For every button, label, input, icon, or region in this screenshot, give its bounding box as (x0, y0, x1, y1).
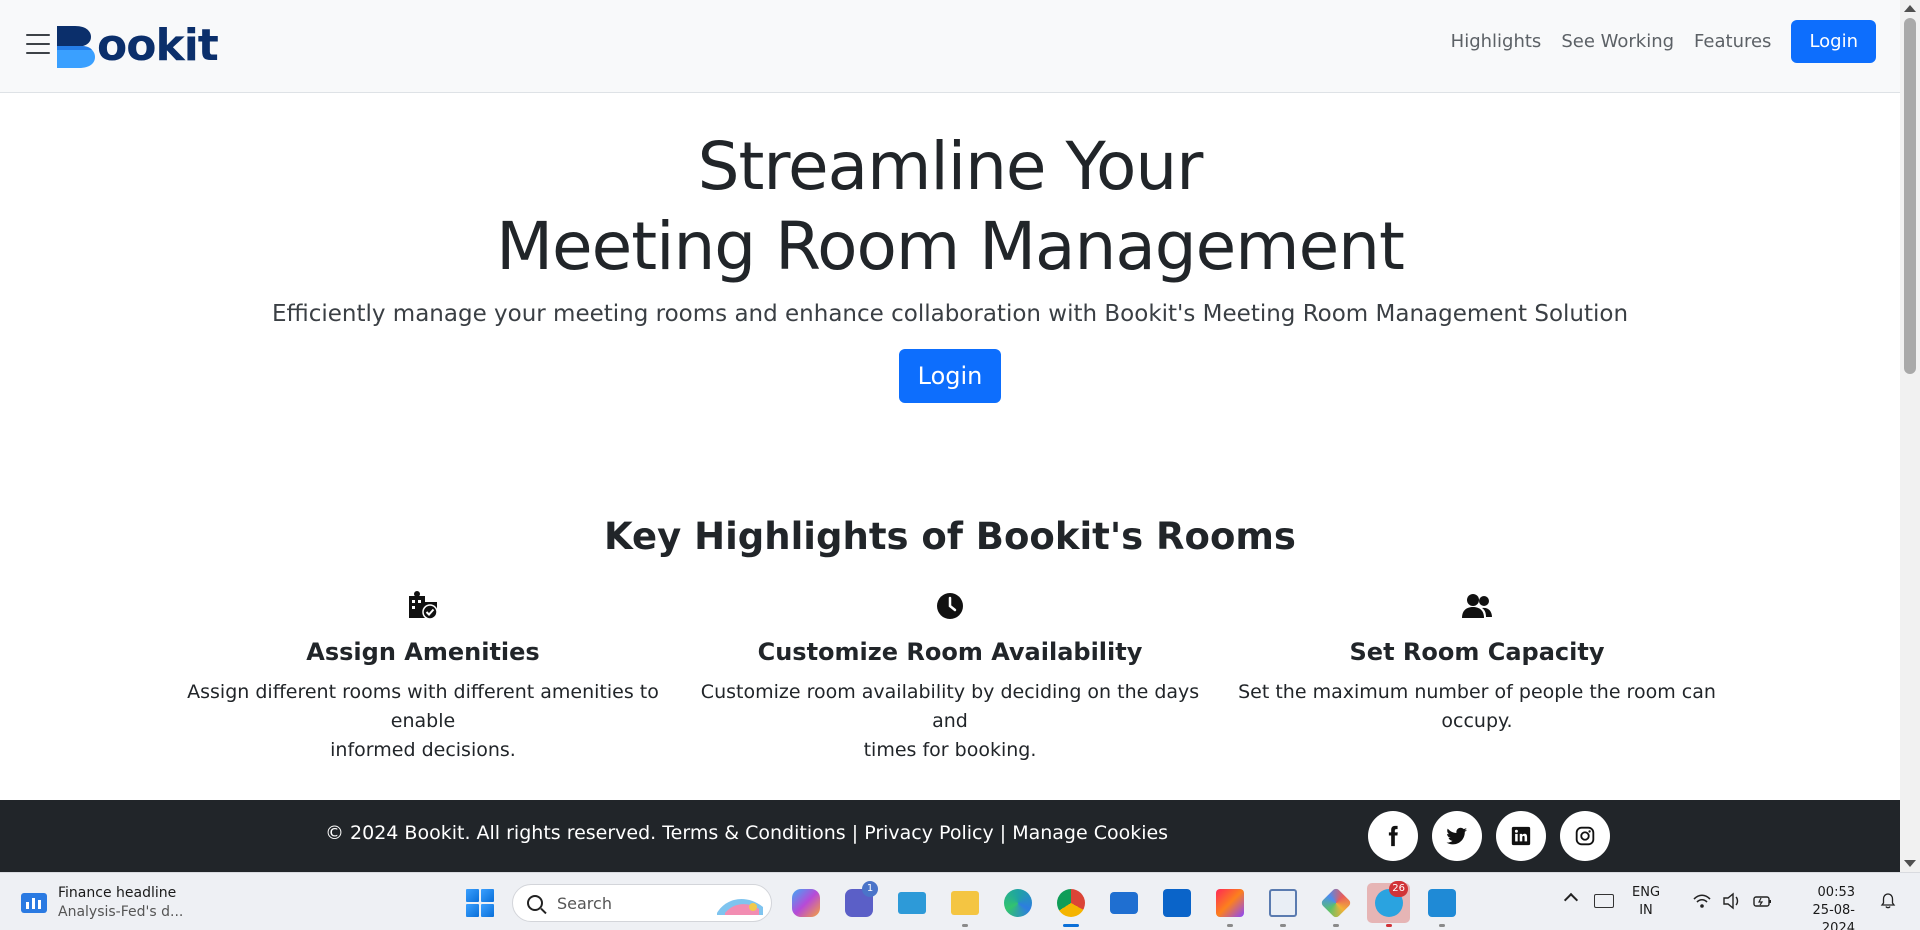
highlight-card-amenities: Assign Amenities Assign different rooms … (173, 590, 673, 765)
highlight-card-capacity: Set Room Capacity Set the maximum number… (1227, 590, 1727, 736)
footer: © 2024 Bookit. All rights reserved. Term… (0, 800, 1900, 872)
nav-link-see-working[interactable]: See Working (1561, 31, 1674, 52)
teams-badge: 1 (862, 881, 878, 897)
bookit-logo[interactable]: ookit (57, 20, 219, 71)
highlight-text-amenities-line1: Assign different rooms with different am… (187, 681, 659, 732)
footer-privacy-link[interactable]: Privacy Policy (864, 822, 993, 844)
windows-taskbar: Finance headline Analysis-Fed's d... Sea… (0, 872, 1920, 930)
taskbar-clock[interactable]: 00:53 25-08-2024 (1780, 884, 1855, 930)
news-widget-text: Finance headline Analysis-Fed's d... (58, 884, 183, 922)
nav-link-highlights[interactable]: Highlights (1451, 31, 1542, 52)
navbar: ookit Highlights See Working Features Lo… (0, 0, 1900, 93)
hero-subtitle: Efficiently manage your meeting rooms an… (271, 301, 1629, 327)
highlight-text-capacity-line1: Set the maximum number of people the roo… (1238, 681, 1716, 732)
highlight-text-availability: Customize room availability by deciding … (700, 678, 1200, 765)
hero-title: Streamline Your Meeting Room Management (0, 127, 1900, 287)
battery-icon (1753, 896, 1771, 907)
vscode-app-icon[interactable] (1420, 883, 1463, 927)
wifi-icon (1693, 894, 1711, 908)
edge-app-icon[interactable] (996, 883, 1039, 923)
clock-icon (937, 593, 963, 619)
intellij-app-icon[interactable] (1208, 883, 1251, 927)
scroll-down-arrow-icon[interactable] (1904, 860, 1916, 867)
finance-chart-icon (21, 893, 47, 913)
sql-app-icon[interactable] (1261, 883, 1304, 927)
tray-chevron-up-icon[interactable] (1563, 892, 1579, 908)
search-highlight-art-icon (717, 899, 763, 915)
highlight-text-amenities: Assign different rooms with different am… (173, 678, 673, 765)
linkedin-icon[interactable] (1496, 811, 1546, 861)
bookit-logo-b-icon (57, 26, 95, 68)
windows-start-icon[interactable] (466, 889, 494, 917)
search-icon (527, 895, 543, 911)
scroll-up-arrow-icon[interactable] (1904, 5, 1916, 12)
hero-section: Streamline Your Meeting Room Management … (0, 93, 1900, 403)
highlights-title: Key Highlights of Bookit's Rooms (604, 515, 1296, 558)
taskbar-apps: 1 26 (784, 881, 1463, 927)
volume-icon (1723, 892, 1739, 910)
hero-title-line1: Streamline Your (697, 128, 1204, 205)
footer-cookies-link[interactable]: Manage Cookies (1012, 822, 1168, 844)
social-links (1368, 811, 1610, 861)
scrollbar-thumb[interactable] (1904, 18, 1916, 374)
chrome-app-icon[interactable] (1049, 883, 1092, 927)
hero-login-button[interactable]: Login (898, 349, 1002, 403)
footer-separator: | (999, 822, 1007, 844)
taskbar-search-box[interactable]: Search (512, 884, 772, 922)
clock-date: 25-08-2024 (1812, 903, 1855, 930)
news-widget-title: Finance headline (58, 885, 177, 901)
outlook-app-icon[interactable] (1155, 883, 1198, 923)
footer-copyright: © 2024 Bookit. All rights reserved. (325, 822, 657, 844)
desktop-app-icon[interactable] (890, 883, 933, 923)
nav-login-button[interactable]: Login (1791, 20, 1876, 63)
news-widget-subtitle: Analysis-Fed's d... (58, 904, 184, 920)
highlight-title-amenities: Assign Amenities (306, 638, 540, 666)
copilot-app-icon[interactable] (784, 883, 827, 923)
nav-links: Highlights See Working Features Login (1451, 20, 1876, 63)
highlight-text-availability-line2: times for booking. (863, 739, 1037, 761)
instagram-icon[interactable] (1560, 811, 1610, 861)
telegram-app-icon[interactable]: 26 (1367, 881, 1410, 927)
highlight-text-availability-line1: Customize room availability by deciding … (700, 681, 1200, 732)
notification-bell-icon[interactable] (1880, 893, 1896, 909)
git-app-icon[interactable] (1314, 883, 1357, 927)
file-explorer-app-icon[interactable] (943, 883, 986, 927)
footer-terms-link[interactable]: Terms & Conditions (662, 822, 845, 844)
twitter-icon[interactable] (1432, 811, 1482, 861)
highlight-text-amenities-line2: informed decisions. (330, 739, 516, 761)
amenities-icon (409, 591, 438, 620)
highlight-title-capacity: Set Room Capacity (1349, 638, 1605, 666)
teams-app-icon[interactable]: 1 (837, 881, 880, 923)
mail-app-icon[interactable] (1102, 883, 1145, 923)
hero-title-line2: Meeting Room Management (496, 208, 1405, 285)
footer-separator: | (851, 822, 859, 844)
highlights-section: Key Highlights of Bookit's Rooms Assign … (0, 515, 1900, 761)
keyboard-icon[interactable] (1594, 894, 1614, 908)
language-line2: IN (1639, 903, 1653, 918)
taskbar-search-placeholder: Search (557, 893, 612, 913)
taskbar-news-widget[interactable]: Finance headline Analysis-Fed's d... (20, 884, 183, 922)
language-indicator[interactable]: ENG IN (1632, 884, 1660, 920)
nav-link-features[interactable]: Features (1694, 31, 1771, 52)
highlight-card-availability: Customize Room Availability Customize ro… (700, 590, 1200, 765)
browser-page: ookit Highlights See Working Features Lo… (0, 0, 1900, 872)
footer-text: © 2024 Bookit. All rights reserved. Term… (325, 822, 1168, 844)
logo-text: ookit (97, 20, 219, 71)
highlight-title-availability: Customize Room Availability (757, 638, 1143, 666)
system-icons[interactable] (1692, 892, 1774, 910)
facebook-icon[interactable] (1368, 811, 1418, 861)
highlight-text-capacity: Set the maximum number of people the roo… (1227, 678, 1727, 736)
users-icon (1462, 594, 1492, 618)
page-scrollbar[interactable] (1900, 0, 1920, 872)
telegram-badge: 26 (1389, 881, 1408, 897)
clock-time: 00:53 (1817, 885, 1855, 900)
language-line1: ENG (1632, 885, 1661, 900)
hamburger-menu-icon[interactable] (26, 34, 50, 54)
